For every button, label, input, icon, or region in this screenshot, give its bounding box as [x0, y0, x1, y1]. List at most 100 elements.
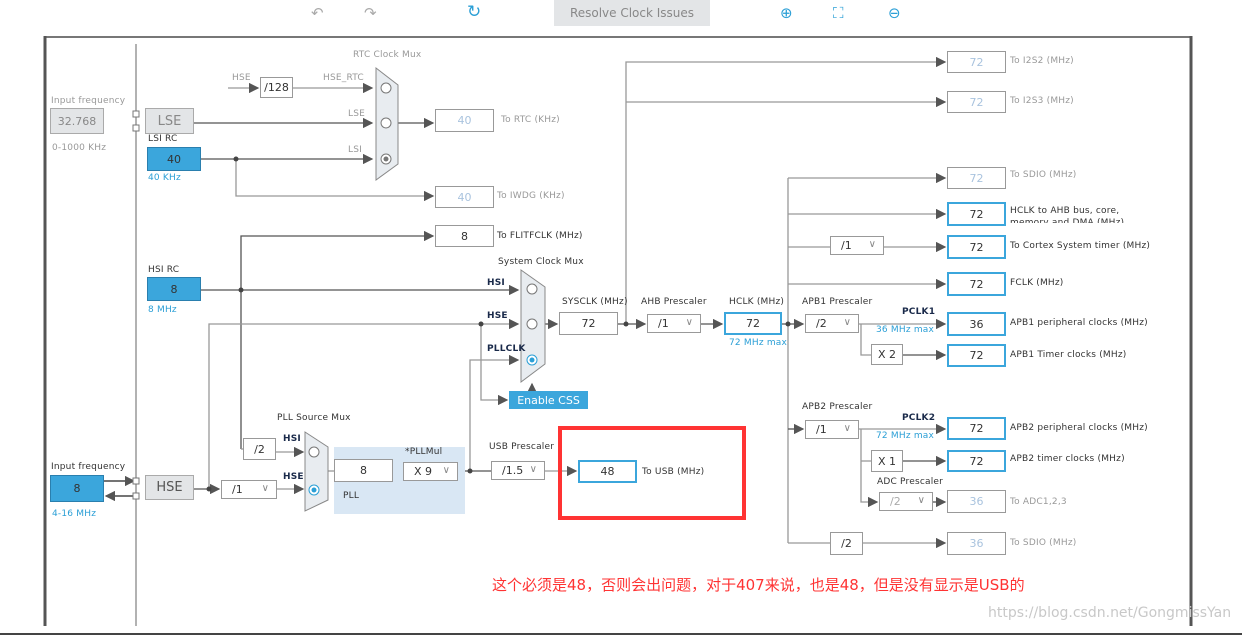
sdio-output-bottom: 36	[947, 532, 1006, 555]
rtc-hse-label: HSE	[232, 73, 251, 83]
i2s2-label: To I2S2 (MHz)	[1010, 56, 1074, 66]
chevron-down-icon: ∨	[261, 483, 269, 494]
hclk-ahb-output[interactable]: 72	[947, 202, 1006, 226]
lse-range: 0-1000 KHz	[52, 143, 107, 153]
apb2-timer-output[interactable]: 72	[947, 450, 1006, 472]
rtc-mux-label: RTC Clock Mux	[353, 50, 422, 60]
apb1-timer-multiplier: X 2	[871, 344, 903, 365]
cortex-timer-output[interactable]: 72	[947, 235, 1006, 259]
apb1-prescaler-select[interactable]: /2 ∨	[805, 314, 859, 333]
apb2-prescaler-label: APB2 Prescaler	[802, 402, 873, 412]
enable-css-button[interactable]: Enable CSS	[509, 391, 588, 409]
sysmux-hse-label: HSE	[487, 311, 508, 321]
chevron-down-icon: ∨	[442, 465, 450, 476]
adc-prescaler-select[interactable]: /2 ∨	[879, 492, 933, 511]
chevron-down-icon: ∨	[685, 317, 693, 328]
hsi-label: HSI RC	[148, 265, 180, 275]
lse-frequency-input[interactable]: 32.768	[50, 108, 104, 134]
apb2-prescaler-select[interactable]: /1 ∨	[805, 420, 859, 439]
apb2-timer-multiplier: X 1	[871, 450, 903, 472]
pll-input-value: 8	[334, 459, 393, 482]
apb2-peripheral-output[interactable]: 72	[947, 417, 1006, 440]
hse-rtc-label: HSE_RTC	[323, 73, 364, 83]
pll-hsi-label: HSI	[283, 434, 301, 444]
flitfclk-label: To FLITFCLK (MHz)	[497, 231, 583, 241]
pclk2-label: PCLK2	[902, 413, 936, 423]
hsi-rc-value[interactable]: 8	[147, 277, 201, 301]
hsi-unit: 8 MHz	[148, 305, 177, 315]
chevron-down-icon: ∨	[868, 239, 876, 250]
hse-predivider-select[interactable]: /1 ∨	[221, 480, 277, 499]
sysmux-pllclk-label: PLLCLK	[487, 344, 526, 354]
sysmux-hsi-label: HSI	[487, 278, 505, 288]
cortex-timer-divider-select[interactable]: /1 ∨	[830, 236, 884, 255]
sdio-label-top: To SDIO (MHz)	[1010, 170, 1077, 180]
usb-prescaler-select[interactable]: /1.5 ∨	[491, 461, 545, 480]
lsi-unit: 40 KHz	[148, 173, 181, 183]
lsi-label: LSI RC	[148, 134, 178, 144]
sysclk-value[interactable]: 72	[559, 312, 618, 335]
hclk-ahb-label: HCLK to AHB bus, core, memory and DMA (M…	[1010, 206, 1125, 223]
flitfclk-output: 8	[435, 225, 494, 247]
adc-prescaler-label: ADC Prescaler	[877, 477, 944, 487]
hclk-label: HCLK (MHz)	[729, 297, 785, 307]
apb1-peripheral-label: APB1 peripheral clocks (MHz)	[1010, 318, 1148, 328]
lse-block: LSE	[145, 108, 194, 134]
ahb-prescaler-value: /1	[658, 317, 669, 330]
fclk-output[interactable]: 72	[947, 272, 1006, 296]
highlight-box	[558, 426, 746, 520]
iwdg-output: 40	[435, 186, 494, 208]
hse-range: 4-16 MHz	[52, 509, 97, 519]
ahb-prescaler-label: AHB Prescaler	[641, 297, 707, 307]
apb1-prescaler-label: APB1 Prescaler	[802, 297, 873, 307]
pll-source-mux	[304, 431, 329, 512]
adc-prescaler-value: /2	[890, 495, 901, 508]
pclk1-max: 36 MHz max	[876, 325, 935, 335]
pll-label: PLL	[343, 491, 360, 501]
apb1-timer-label: APB1 Timer clocks (MHz)	[1010, 350, 1127, 360]
chevron-down-icon: ∨	[843, 423, 851, 434]
chevron-down-icon: ∨	[529, 464, 537, 475]
ahb-prescaler-select[interactable]: /1 ∨	[647, 314, 701, 333]
rtc-output-label: To RTC (KHz)	[501, 115, 560, 125]
adc-output: 36	[947, 490, 1006, 513]
rtc-output: 40	[435, 109, 494, 132]
apb1-prescaler-value: /2	[816, 317, 827, 330]
usb-prescaler-label: USB Prescaler	[489, 442, 555, 452]
cortex-timer-label: To Cortex System timer (MHz)	[1010, 241, 1151, 251]
pll-hse-label: HSE	[283, 472, 304, 482]
system-clock-mux-label: System Clock Mux	[498, 257, 584, 267]
pllmul-label: *PLLMul	[405, 447, 443, 457]
chevron-down-icon: ∨	[917, 495, 925, 506]
usb-prescaler-value: /1.5	[502, 464, 524, 477]
pllmul-select[interactable]: X 9 ∨	[403, 462, 458, 481]
cortex-divider-value: /1	[841, 239, 852, 252]
apb1-timer-output[interactable]: 72	[947, 344, 1006, 367]
sdio-output-top: 72	[947, 167, 1006, 189]
hse-block: HSE	[145, 475, 194, 500]
hsi-pll-divider: /2	[243, 438, 276, 460]
apb1-peripheral-output[interactable]: 36	[947, 312, 1006, 336]
hclk-max: 72 MHz max	[729, 338, 788, 348]
apb2-prescaler-value: /1	[816, 423, 827, 436]
rtc-lsi-label: LSI	[348, 145, 362, 155]
pll-source-mux-label: PLL Source Mux	[277, 413, 351, 423]
hse-rtc-divider: /128	[260, 77, 293, 98]
rtc-lse-label: LSE	[348, 109, 366, 119]
pclk1-label: PCLK1	[902, 307, 936, 317]
i2s3-label: To I2S3 (MHz)	[1010, 96, 1074, 106]
sdio-label-bottom: To SDIO (MHz)	[1010, 538, 1077, 548]
hse-frequency-input[interactable]: 8	[50, 475, 104, 502]
pclk2-max: 72 MHz max	[876, 431, 935, 441]
fclk-label: FCLK (MHz)	[1010, 278, 1064, 288]
adc-label: To ADC1,2,3	[1010, 497, 1067, 507]
hclk-value[interactable]: 72	[724, 312, 782, 335]
hse-predivider-value: /1	[232, 483, 243, 496]
hse-input-label: Input frequency	[51, 462, 126, 472]
watermark: https://blog.csdn.net/GongmissYan	[988, 605, 1232, 621]
apb2-peripheral-label: APB2 peripheral clocks (MHz)	[1010, 423, 1148, 433]
iwdg-label: To IWDG (KHz)	[497, 191, 565, 201]
annotation-text: 这个必须是48，否则会出问题，对于407来说，也是48，但是没有显示是USB的	[492, 576, 1025, 594]
i2s2-output: 72	[947, 51, 1006, 73]
lsi-rc-value[interactable]: 40	[147, 147, 201, 171]
